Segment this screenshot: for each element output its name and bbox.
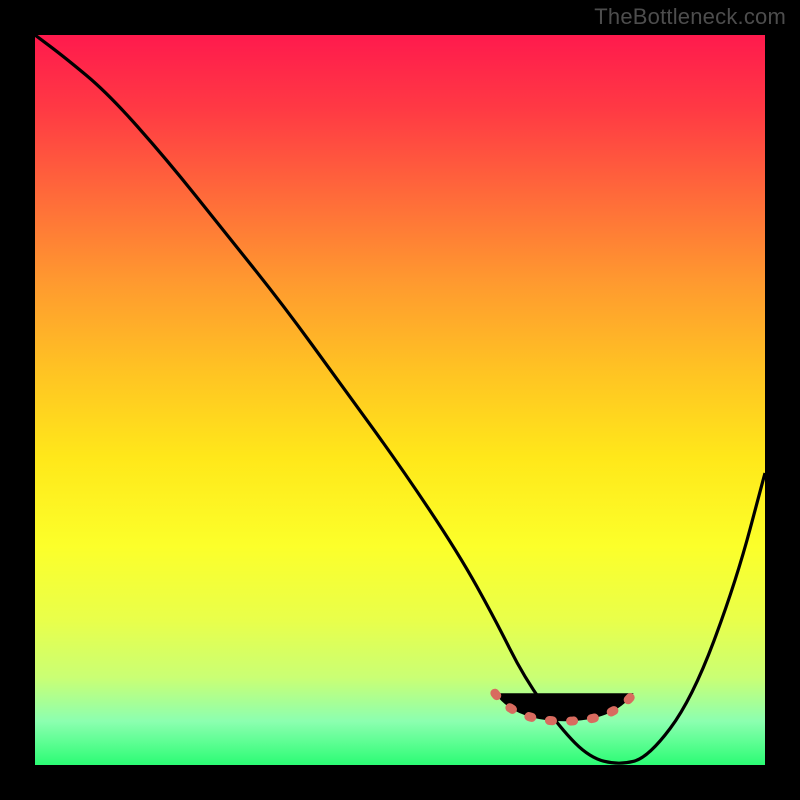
optimal-range-marker [495,693,634,721]
watermark-text: TheBottleneck.com [594,4,786,30]
bottleneck-curve [35,35,765,763]
curve-layer [35,35,765,765]
chart-frame: TheBottleneck.com [0,0,800,800]
